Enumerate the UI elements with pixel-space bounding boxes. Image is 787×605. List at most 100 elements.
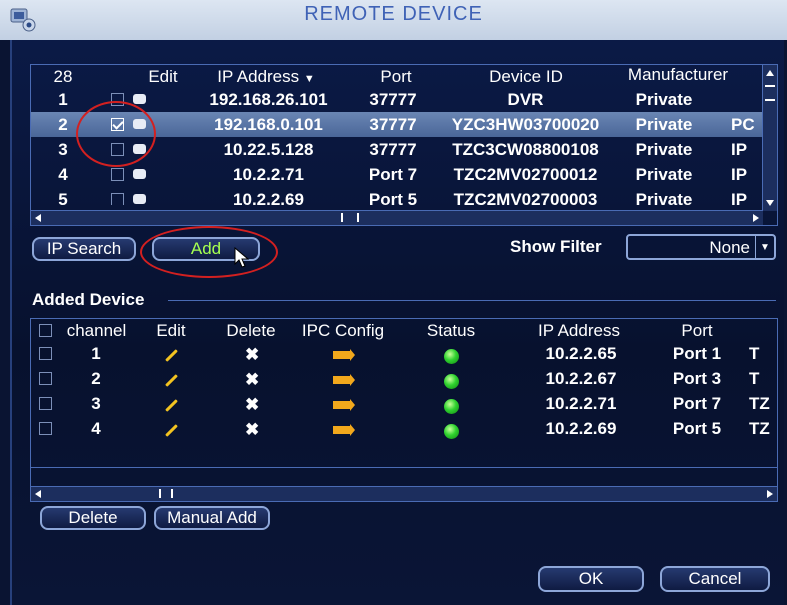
row-manufacturer: Private bbox=[635, 190, 693, 205]
row-device-id: TZC2MV02700003 bbox=[453, 190, 598, 205]
added-device-label: Added Device bbox=[32, 290, 145, 309]
scroll-left-icon[interactable] bbox=[35, 214, 41, 222]
row-type: T bbox=[749, 344, 760, 363]
row-port: Port 7 bbox=[368, 165, 418, 184]
scroll-thumb[interactable] bbox=[765, 85, 775, 101]
manual-add-button[interactable]: Manual Add bbox=[154, 506, 270, 530]
table-row[interactable]: 5 10.2.2.69 Port 5 TZC2MV02700003 Privat… bbox=[31, 187, 777, 205]
row-type: TZ bbox=[749, 394, 770, 413]
column-manufacturer[interactable]: Manufacturer bbox=[613, 65, 743, 85]
delete-x-icon[interactable]: ✖ bbox=[245, 370, 259, 390]
row-type: IP bbox=[731, 140, 748, 159]
row-number: 2 bbox=[58, 115, 68, 134]
scroll-down-icon[interactable] bbox=[766, 200, 774, 206]
edit-pencil-icon[interactable] bbox=[165, 374, 178, 387]
table-row[interactable]: 4 10.2.2.71 Port 7 TZC2MV02700012 Privat… bbox=[31, 162, 777, 187]
row-checkbox[interactable] bbox=[111, 168, 124, 181]
row-type: TZ bbox=[749, 419, 770, 438]
edit-pencil-icon[interactable] bbox=[165, 349, 178, 362]
table-row[interactable]: 2 ✖ 10.2.2.67 Port 3 T bbox=[31, 368, 777, 393]
row-manufacturer: Private bbox=[635, 90, 693, 109]
vertical-scrollbar[interactable] bbox=[762, 65, 777, 211]
row-device-id: YZC3HW03700020 bbox=[451, 115, 600, 134]
column-channel: channel bbox=[66, 321, 127, 340]
row-checkbox[interactable] bbox=[111, 118, 124, 131]
delete-x-icon[interactable]: ✖ bbox=[245, 420, 259, 440]
delete-x-icon[interactable]: ✖ bbox=[245, 345, 259, 365]
row-ip: 10.2.2.69 bbox=[545, 419, 617, 438]
device-chat-icon bbox=[133, 194, 146, 204]
delete-x-icon[interactable]: ✖ bbox=[245, 395, 259, 415]
select-all-checkbox[interactable] bbox=[39, 324, 52, 337]
scroll-up-icon[interactable] bbox=[766, 70, 774, 76]
ok-button[interactable]: OK bbox=[538, 566, 644, 592]
status-online-icon bbox=[444, 374, 459, 389]
row-checkbox[interactable] bbox=[111, 93, 124, 106]
table-header: channel Edit Delete IPC Config Status IP… bbox=[31, 319, 777, 341]
row-type: IP bbox=[731, 165, 748, 184]
row-channel: 2 bbox=[91, 369, 101, 388]
cancel-button[interactable]: Cancel bbox=[660, 566, 770, 592]
edit-pencil-icon[interactable] bbox=[165, 424, 178, 437]
row-ip: 10.2.2.65 bbox=[545, 344, 617, 363]
scroll-left-icon[interactable] bbox=[35, 490, 41, 498]
row-checkbox[interactable] bbox=[111, 143, 124, 156]
scroll-right-icon[interactable] bbox=[753, 214, 759, 222]
row-checkbox[interactable] bbox=[39, 347, 52, 360]
row-device-id: DVR bbox=[507, 90, 544, 109]
row-port: 37777 bbox=[369, 140, 417, 159]
ipc-config-camera-icon[interactable] bbox=[333, 399, 355, 411]
table-divider bbox=[31, 467, 777, 468]
row-port: 37777 bbox=[369, 115, 417, 134]
table-row-selected[interactable]: 2 192.168.0.101 37777 YZC3HW03700020 Pri… bbox=[31, 112, 777, 137]
row-channel: 3 bbox=[91, 394, 101, 413]
row-checkbox[interactable] bbox=[39, 422, 52, 435]
status-online-icon bbox=[444, 424, 459, 439]
scroll-thumb[interactable] bbox=[341, 213, 359, 222]
horizontal-scrollbar[interactable] bbox=[31, 486, 777, 501]
row-ip: 10.22.5.128 bbox=[223, 140, 314, 159]
show-filter-select[interactable]: None ▼ bbox=[626, 234, 776, 260]
ipc-config-camera-icon[interactable] bbox=[333, 424, 355, 436]
column-port[interactable]: Port bbox=[361, 67, 431, 87]
ipc-config-camera-icon[interactable] bbox=[333, 374, 355, 386]
ip-search-button[interactable]: IP Search bbox=[32, 237, 136, 261]
status-online-icon bbox=[444, 349, 459, 364]
row-checkbox[interactable] bbox=[39, 397, 52, 410]
column-edit[interactable]: Edit bbox=[143, 67, 183, 87]
window-title: REMOTE DEVICE bbox=[304, 3, 483, 25]
column-port: Port bbox=[681, 321, 713, 340]
remote-device-table: 28 Edit IP Address ▼ Port Device ID Manu… bbox=[30, 64, 778, 226]
row-number: 3 bbox=[58, 140, 68, 159]
table-row[interactable]: 4 ✖ 10.2.2.69 Port 5 TZ bbox=[31, 418, 777, 443]
ipc-config-camera-icon[interactable] bbox=[333, 349, 355, 361]
table-row[interactable]: 1 ✖ 10.2.2.65 Port 1 T bbox=[31, 343, 777, 368]
dropdown-arrow-icon[interactable]: ▼ bbox=[755, 236, 774, 258]
column-ip-address: IP Address bbox=[538, 321, 620, 340]
column-delete: Delete bbox=[226, 321, 276, 340]
status-online-icon bbox=[444, 399, 459, 414]
row-port: Port 5 bbox=[368, 190, 418, 205]
row-ip: 10.2.2.71 bbox=[545, 394, 617, 413]
row-checkbox[interactable] bbox=[111, 193, 124, 205]
table-row[interactable]: 1 192.168.26.101 37777 DVR Private bbox=[31, 87, 777, 112]
row-ip: 192.168.26.101 bbox=[209, 90, 328, 109]
table-row[interactable]: 3 10.22.5.128 37777 TZC3CW08800108 Priva… bbox=[31, 137, 777, 162]
row-port: 37777 bbox=[369, 90, 417, 109]
row-checkbox[interactable] bbox=[39, 372, 52, 385]
column-ip-address[interactable]: IP Address ▼ bbox=[201, 67, 331, 87]
remote-device-panel: 28 Edit IP Address ▼ Port Device ID Manu… bbox=[10, 40, 784, 605]
edit-pencil-icon[interactable] bbox=[165, 399, 178, 412]
horizontal-scrollbar[interactable] bbox=[31, 210, 763, 225]
row-type: T bbox=[749, 369, 760, 388]
delete-button[interactable]: Delete bbox=[40, 506, 146, 530]
filter-value: None bbox=[709, 238, 750, 257]
column-device-id[interactable]: Device ID bbox=[451, 67, 601, 87]
row-channel: 4 bbox=[91, 419, 101, 438]
row-device-id: TZC3CW08800108 bbox=[452, 140, 599, 159]
table-row[interactable]: 3 ✖ 10.2.2.71 Port 7 TZ bbox=[31, 393, 777, 418]
table-header: 28 Edit IP Address ▼ Port Device ID Manu… bbox=[31, 65, 777, 87]
scroll-thumb[interactable] bbox=[159, 489, 173, 498]
row-number: 1 bbox=[58, 90, 68, 109]
scroll-right-icon[interactable] bbox=[767, 490, 773, 498]
